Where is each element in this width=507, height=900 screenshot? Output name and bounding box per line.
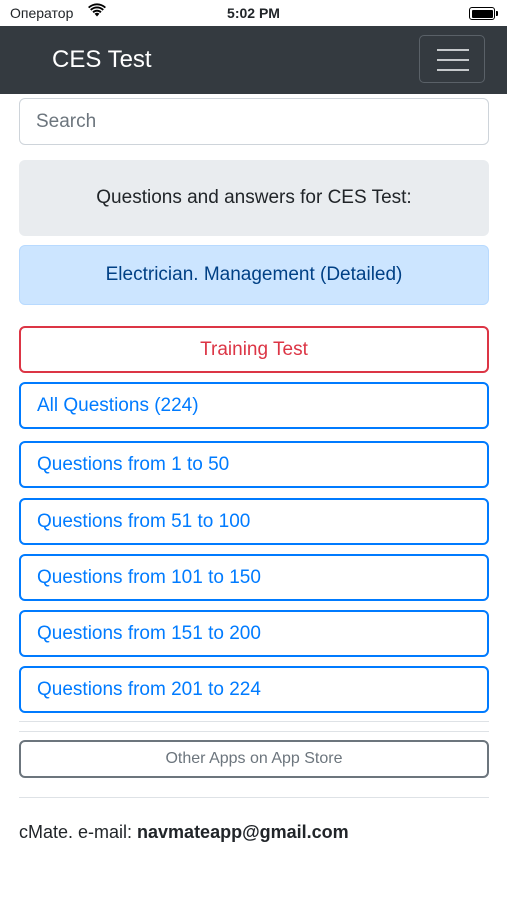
- status-bar: Оператор 5:02 PM: [0, 0, 507, 26]
- hamburger-icon: [437, 69, 469, 71]
- footer-prefix: cMate. e-mail:: [19, 822, 138, 842]
- navbar-title[interactable]: CES Test: [52, 46, 152, 74]
- all-questions-button[interactable]: All Questions (224): [19, 382, 489, 429]
- divider: [19, 721, 489, 722]
- questions-101-150-button[interactable]: Questions from 101 to 150: [19, 554, 489, 601]
- footer-email-link[interactable]: navmateapp@gmail.com: [137, 822, 349, 842]
- training-test-button[interactable]: Training Test: [19, 326, 489, 373]
- questions-201-224-button[interactable]: Questions from 201 to 224: [19, 666, 489, 713]
- top-navbar: CES Test: [0, 26, 507, 94]
- clock-label: 5:02 PM: [227, 5, 280, 21]
- menu-toggle-button[interactable]: [419, 35, 485, 83]
- topic-label: Electrician. Management (Detailed): [19, 245, 489, 305]
- search-input[interactable]: [19, 98, 489, 145]
- other-apps-button[interactable]: Other Apps on App Store: [19, 740, 489, 778]
- footer-contact: cMate. e-mail: navmateapp@gmail.com: [19, 822, 349, 843]
- intro-heading: Questions and answers for CES Test:: [19, 160, 489, 236]
- questions-151-200-button[interactable]: Questions from 151 to 200: [19, 610, 489, 657]
- divider: [19, 731, 489, 732]
- questions-51-100-button[interactable]: Questions from 51 to 100: [19, 498, 489, 545]
- hamburger-icon: [437, 59, 469, 61]
- questions-1-50-button[interactable]: Questions from 1 to 50: [19, 441, 489, 488]
- divider: [19, 797, 489, 798]
- battery-icon: [469, 7, 498, 20]
- hamburger-icon: [437, 49, 469, 51]
